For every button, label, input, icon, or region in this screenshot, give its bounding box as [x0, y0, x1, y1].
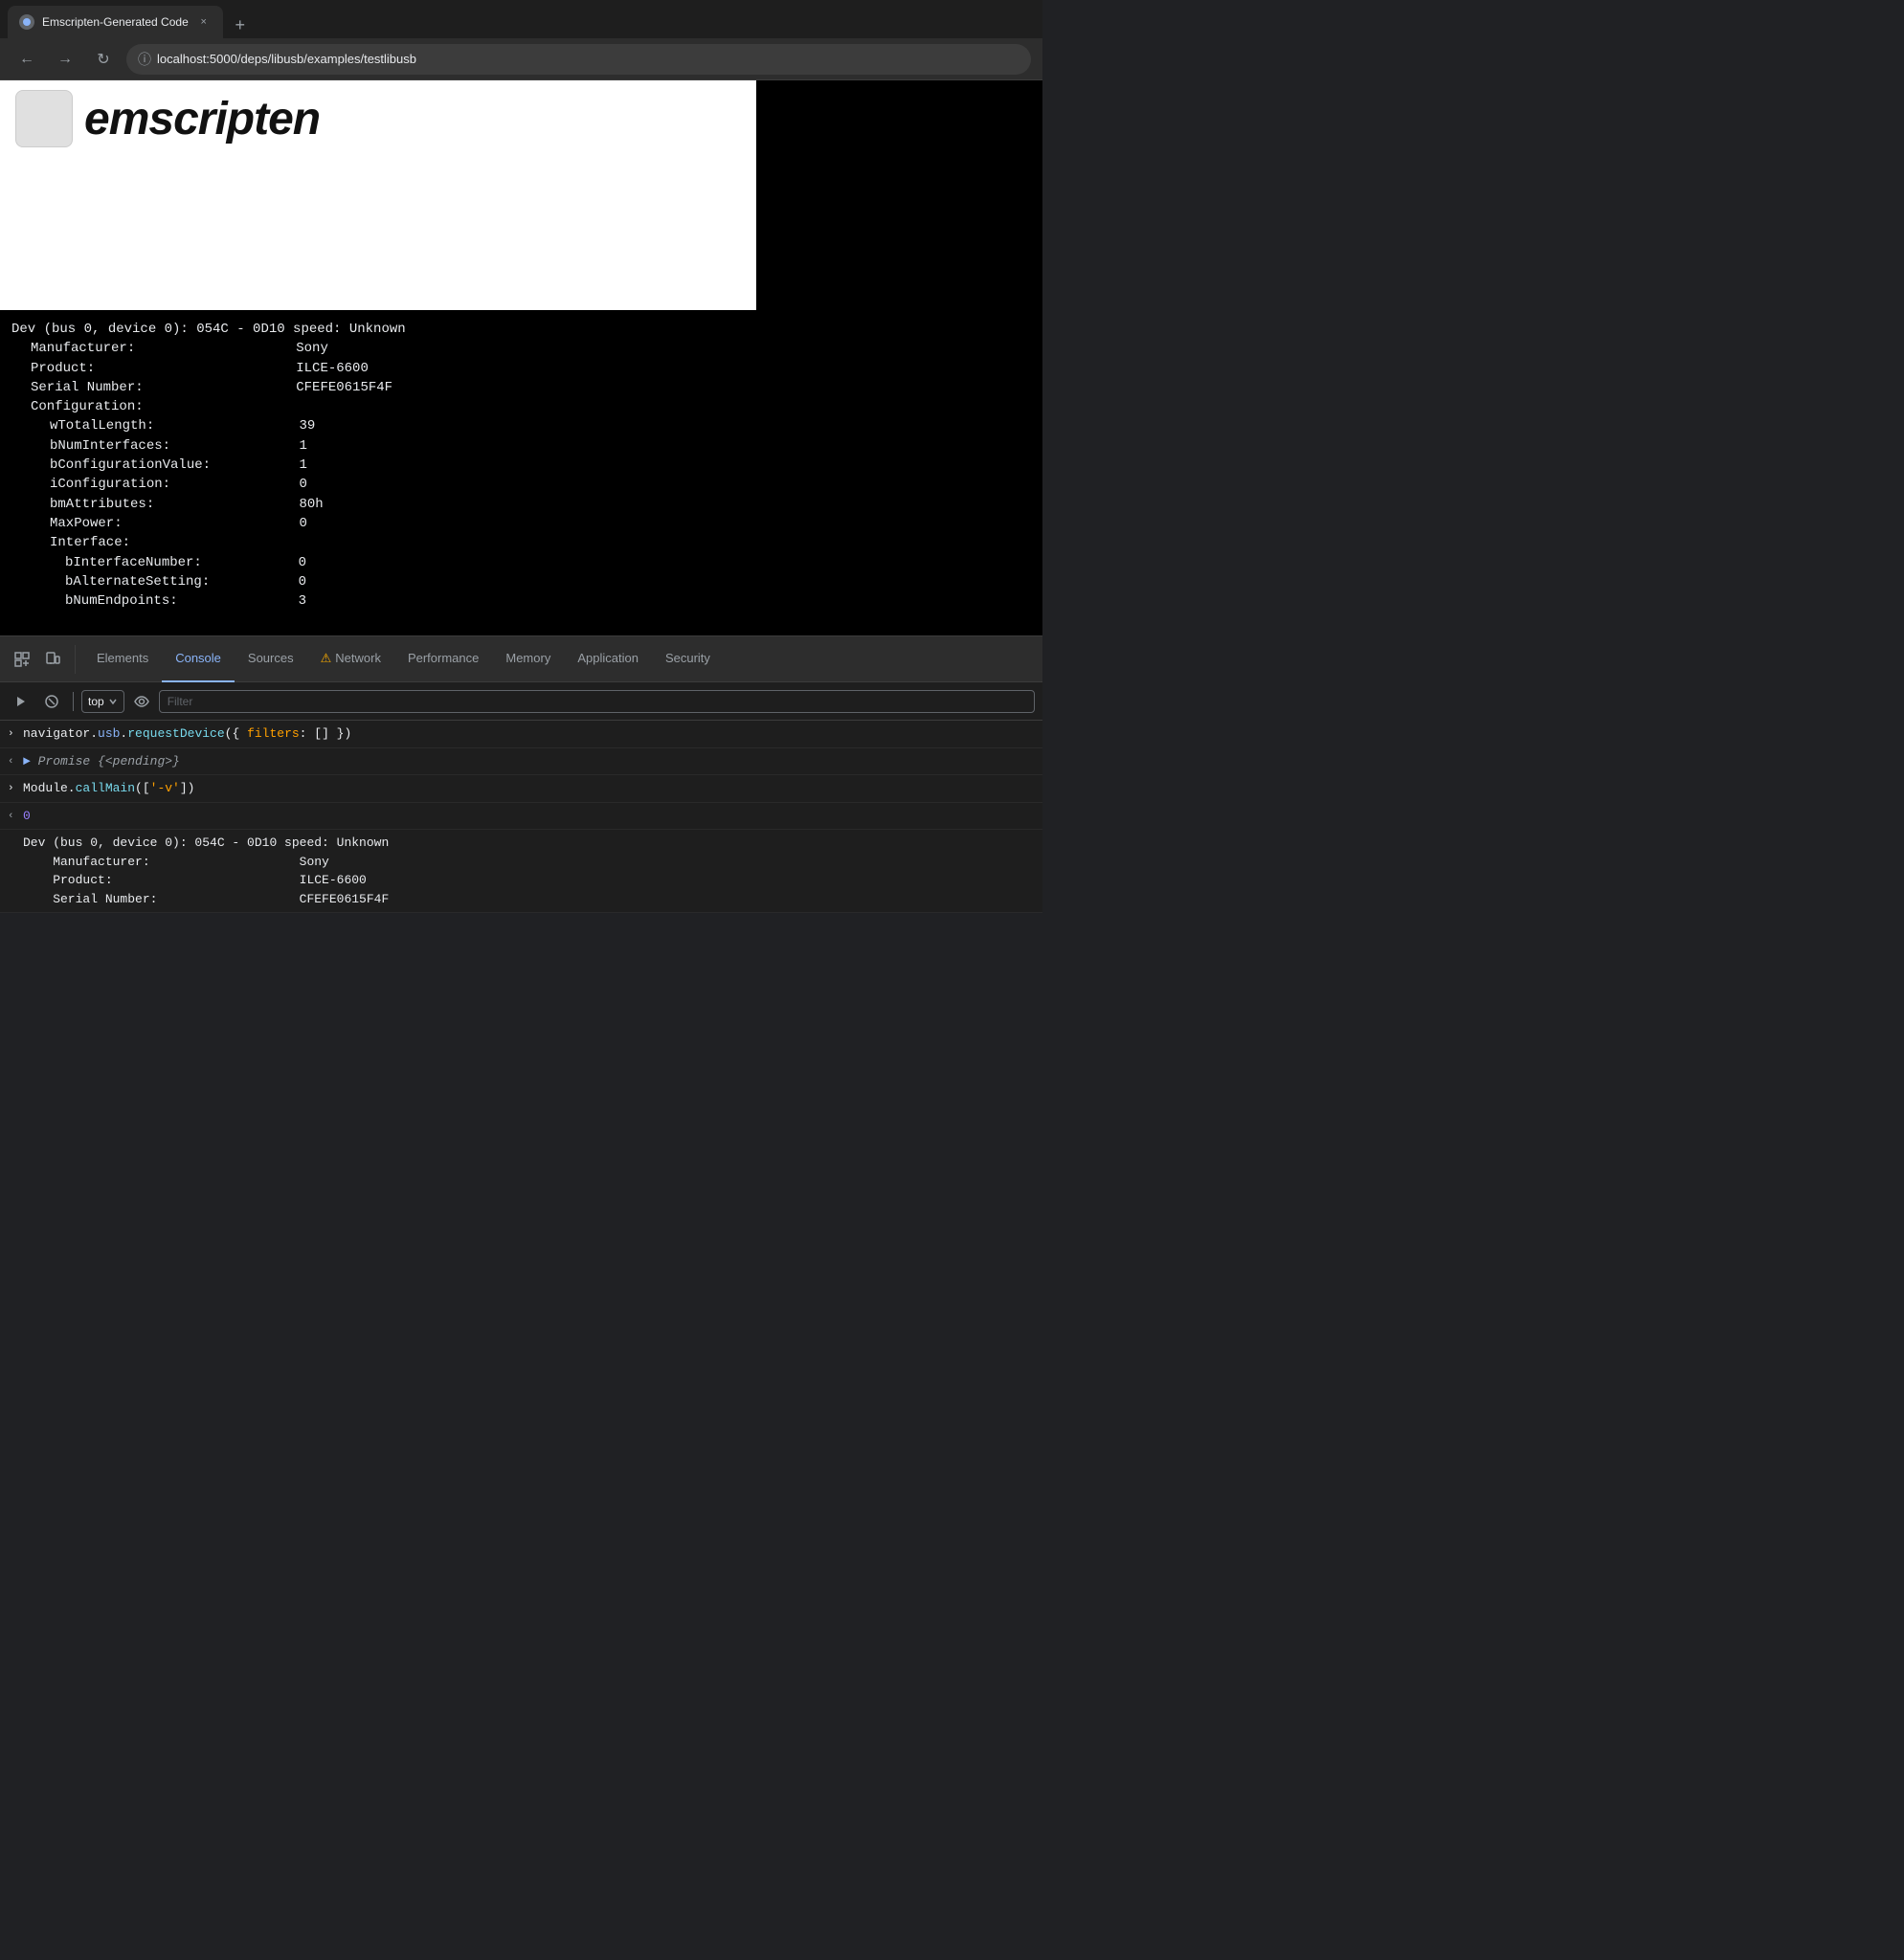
- tab-security[interactable]: Security: [652, 636, 724, 682]
- tab-favicon: [19, 14, 34, 30]
- terminal-line: bInterfaceNumber: 0: [11, 553, 1031, 572]
- console-arrow-input: ›: [8, 726, 17, 743]
- console-text-3: Module.callMain(['-v']): [23, 779, 1035, 798]
- console-arrow-input-2: ›: [8, 781, 17, 797]
- toolbar-divider: [73, 692, 74, 711]
- console-text-2: ► Promise {<pending>}: [23, 752, 1035, 771]
- console-text-1: navigator.usb.requestDevice({ filters: […: [23, 724, 1035, 744]
- console-arrow-output-2: ‹: [8, 809, 17, 825]
- tab-performance[interactable]: Performance: [394, 636, 492, 682]
- console-device-line-2: Product: ILCE-6600: [23, 871, 1035, 890]
- devtools-panel: Elements Console Sources ⚠ Network Perfo…: [0, 635, 1042, 913]
- console-device-line-3: Serial Number: CFEFE0615F4F: [23, 890, 1035, 909]
- page-black-section: [756, 80, 1042, 310]
- tab-bar: Emscripten-Generated Code × +: [0, 0, 1042, 38]
- console-device-line-header: Dev (bus 0, device 0): 054C - 0D10 speed…: [23, 834, 1035, 853]
- terminal-line: wTotalLength: 39: [11, 416, 1031, 435]
- forward-button[interactable]: →: [50, 44, 80, 75]
- tab-close-button[interactable]: ×: [196, 14, 212, 30]
- inspect-element-button[interactable]: [8, 645, 36, 674]
- reload-button[interactable]: ↻: [88, 44, 119, 75]
- console-entry-2: ‹ ► Promise {<pending>}: [0, 748, 1042, 776]
- new-tab-button[interactable]: +: [227, 11, 254, 38]
- back-button[interactable]: ←: [11, 44, 42, 75]
- tab-network[interactable]: ⚠ Network: [307, 636, 394, 682]
- console-toolbar: top: [0, 682, 1042, 721]
- devtools-icon-group: [8, 645, 76, 674]
- terminal-output: Dev (bus 0, device 0): 054C - 0D10 speed…: [0, 310, 1042, 635]
- page-white-section: emscripten: [0, 80, 756, 310]
- terminal-line: iConfiguration: 0: [11, 475, 1031, 494]
- terminal-line: Manufacturer: Sony: [11, 339, 1031, 358]
- console-entry-4: ‹ 0: [0, 803, 1042, 831]
- devtools-tabs: Elements Console Sources ⚠ Network Perfo…: [0, 636, 1042, 682]
- console-text-4: 0: [23, 807, 1035, 826]
- page-content-area: emscripten: [0, 80, 1042, 310]
- clear-console-button[interactable]: [38, 688, 65, 715]
- network-warning-icon: ⚠: [321, 651, 332, 666]
- terminal-line: Configuration:: [11, 397, 1031, 416]
- console-device-line-1: Manufacturer: Sony: [23, 853, 1035, 872]
- console-entry-1: › navigator.usb.requestDevice({ filters:…: [0, 721, 1042, 748]
- console-arrow-output: ‹: [8, 754, 17, 770]
- terminal-line: bNumInterfaces: 1: [11, 436, 1031, 456]
- tab-title: Emscripten-Generated Code: [42, 15, 189, 29]
- emscripten-logo: emscripten: [15, 90, 320, 147]
- tab-sources[interactable]: Sources: [235, 636, 307, 682]
- terminal-line: bConfigurationValue: 1: [11, 456, 1031, 475]
- tab-memory[interactable]: Memory: [492, 636, 564, 682]
- eye-button[interactable]: [128, 688, 155, 715]
- tab-console[interactable]: Console: [162, 636, 235, 682]
- terminal-line: Serial Number: CFEFE0615F4F: [11, 378, 1031, 397]
- security-info-icon: ⓘ: [138, 50, 151, 69]
- terminal-line: Product: ILCE-6600: [11, 359, 1031, 378]
- context-selector[interactable]: top: [81, 690, 124, 713]
- terminal-line: MaxPower: 0: [11, 514, 1031, 533]
- address-bar[interactable]: ⓘ localhost:5000/deps/libusb/examples/te…: [126, 44, 1031, 75]
- terminal-line: bmAttributes: 80h: [11, 495, 1031, 514]
- logo-icon: [15, 90, 73, 147]
- device-toggle-button[interactable]: [38, 645, 67, 674]
- terminal-line: bNumEndpoints: 3: [11, 591, 1031, 611]
- console-entry-3: › Module.callMain(['-v']): [0, 775, 1042, 803]
- tab-application[interactable]: Application: [564, 636, 652, 682]
- tab-elements[interactable]: Elements: [83, 636, 162, 682]
- url-text: localhost:5000/deps/libusb/examples/test…: [157, 52, 416, 66]
- console-device-info: Dev (bus 0, device 0): 054C - 0D10 speed…: [0, 830, 1042, 913]
- active-tab[interactable]: Emscripten-Generated Code ×: [8, 6, 223, 38]
- run-script-button[interactable]: [8, 688, 34, 715]
- terminal-line: Interface:: [11, 533, 1031, 552]
- console-output: › navigator.usb.requestDevice({ filters:…: [0, 721, 1042, 913]
- filter-input[interactable]: [159, 690, 1035, 713]
- terminal-line: bAlternateSetting: 0: [11, 572, 1031, 591]
- terminal-line: Dev (bus 0, device 0): 054C - 0D10 speed…: [11, 320, 1031, 339]
- logo-text: emscripten: [84, 93, 320, 145]
- chevron-down-icon: [108, 697, 118, 706]
- nav-bar: ← → ↻ ⓘ localhost:5000/deps/libusb/examp…: [0, 38, 1042, 80]
